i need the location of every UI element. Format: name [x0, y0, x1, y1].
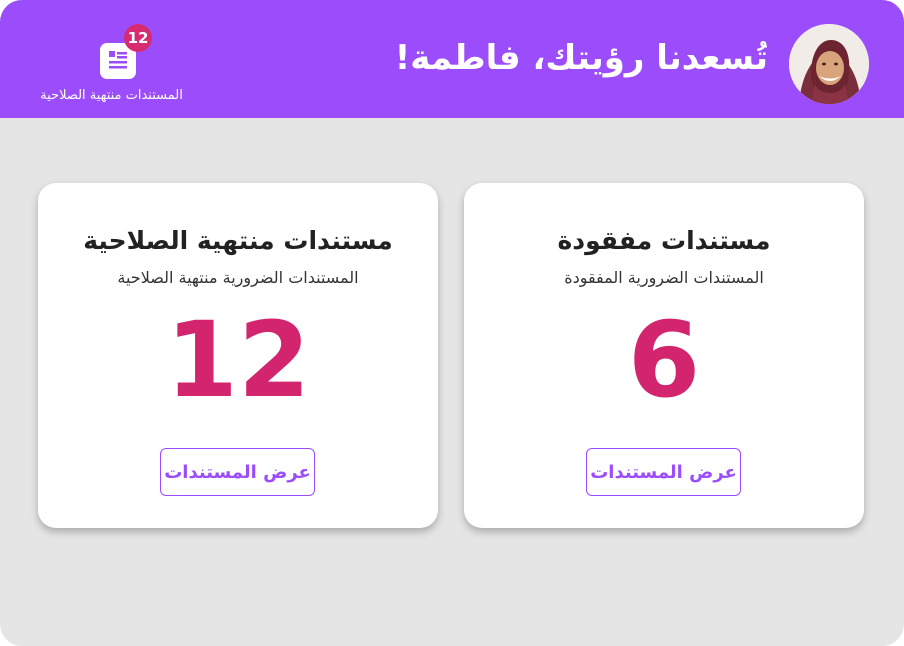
avatar-photo	[789, 24, 869, 104]
notification-label: المستندات منتهية الصلاحية	[40, 88, 183, 103]
card-subtitle: المستندات الضرورية المفقودة	[564, 268, 764, 287]
expired-documents-count: 12	[165, 299, 311, 421]
card-subtitle: المستندات الضرورية منتهية الصلاحية	[117, 268, 359, 287]
avatar[interactable]	[789, 24, 869, 104]
missing-documents-card: مستندات مفقودة المستندات الضرورية المفقو…	[464, 183, 864, 528]
notification-count-badge: 12	[124, 24, 152, 52]
expired-documents-card: مستندات منتهية الصلاحية المستندات الضرور…	[38, 183, 438, 528]
view-expired-documents-button[interactable]: عرض المستندات	[160, 448, 315, 496]
card-title: مستندات منتهية الصلاحية	[83, 226, 393, 255]
header-bar: تُسعدنا رؤيتك، فاطمة! 12 المستندات منتهي…	[0, 0, 904, 118]
missing-documents-count: 6	[627, 299, 701, 421]
welcome-greeting: تُسعدنا رؤيتك، فاطمة!	[394, 38, 768, 78]
view-missing-documents-button[interactable]: عرض المستندات	[586, 448, 741, 496]
app-frame: تُسعدنا رؤيتك، فاطمة! 12 المستندات منتهي…	[0, 0, 904, 646]
expired-documents-notification[interactable]: 12 المستندات منتهية الصلاحية	[35, 22, 195, 112]
card-title: مستندات مفقودة	[557, 226, 771, 255]
